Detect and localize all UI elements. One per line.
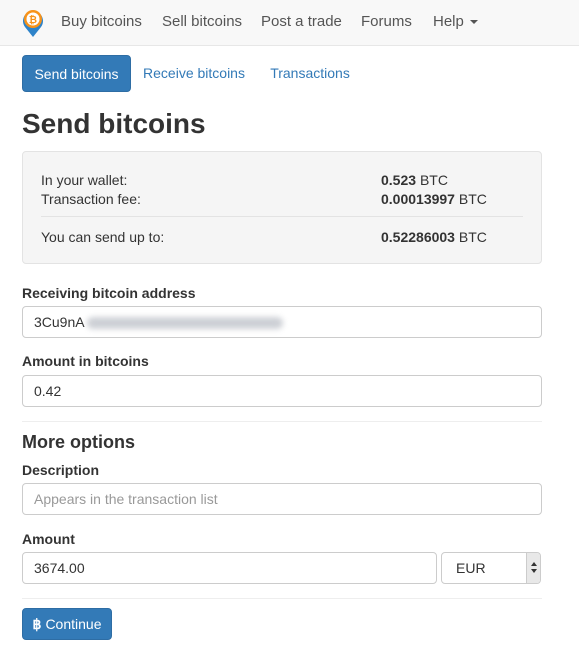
tab-transactions[interactable]: Transactions: [263, 55, 357, 92]
bitcoin-location-pin-icon[interactable]: ₿: [20, 8, 46, 38]
address-input[interactable]: 3Cu9nA: [22, 306, 542, 338]
form-divider: [22, 421, 542, 422]
nav-post-a-trade[interactable]: Post a trade: [261, 13, 342, 30]
in-wallet-label: In your wallet:: [41, 172, 128, 188]
amount-fiat-input[interactable]: 3674.00: [22, 552, 437, 584]
address-value: 3Cu9nA: [34, 314, 85, 330]
tab-send-bitcoins[interactable]: Send bitcoins: [22, 55, 131, 92]
in-wallet-value: 0.523 BTC: [381, 172, 448, 188]
more-options-title: More options: [22, 432, 135, 452]
address-label: Receiving bitcoin address: [22, 285, 196, 301]
description-label: Description: [22, 462, 100, 478]
continue-button[interactable]: ฿ Continue: [22, 608, 112, 640]
fee-value: 0.00013997 BTC: [381, 191, 487, 207]
amount-label: Amount: [22, 531, 75, 547]
wallet-summary-panel: In your wallet: 0.523 BTC Transaction fe…: [22, 151, 542, 264]
fee-label: Transaction fee:: [41, 191, 141, 207]
fee-amount: 0.00013997: [381, 191, 455, 207]
max-send-amount: 0.52286003: [381, 229, 455, 245]
select-arrows-icon: [526, 553, 540, 583]
form-bottom-divider: [22, 598, 542, 599]
description-input[interactable]: Appears in the transaction list: [22, 483, 542, 515]
bitcoin-icon: ฿: [32, 616, 42, 632]
summary-divider: [41, 216, 523, 217]
caret-down-icon: [469, 20, 478, 25]
address-redacted: [86, 317, 283, 330]
svg-text:₿: ₿: [29, 14, 37, 26]
max-send-unit: BTC: [458, 229, 487, 245]
in-wallet-amount: 0.523: [381, 172, 417, 188]
currency-select[interactable]: EUR: [441, 552, 541, 584]
top-navbar: ₿ Buy bitcoins Sell bitcoins Post a trad…: [0, 0, 579, 46]
amount-btc-input[interactable]: 0.42: [22, 375, 542, 407]
nav-forums[interactable]: Forums: [361, 13, 412, 30]
max-send-label: You can send up to:: [41, 229, 165, 245]
nav-help-label: Help: [433, 13, 464, 30]
fee-unit: BTC: [458, 191, 487, 207]
amount-btc-label: Amount in bitcoins: [22, 353, 149, 369]
max-send-value: 0.52286003 BTC: [381, 229, 487, 245]
page-title: Send bitcoins: [22, 108, 206, 139]
tab-receive-bitcoins[interactable]: Receive bitcoins: [137, 55, 251, 92]
in-wallet-unit: BTC: [419, 172, 448, 188]
nav-help-dropdown[interactable]: Help: [433, 13, 478, 30]
currency-value: EUR: [456, 560, 486, 576]
nav-buy-bitcoins[interactable]: Buy bitcoins: [61, 13, 142, 30]
continue-label: Continue: [45, 616, 102, 632]
nav-sell-bitcoins[interactable]: Sell bitcoins: [162, 13, 242, 30]
